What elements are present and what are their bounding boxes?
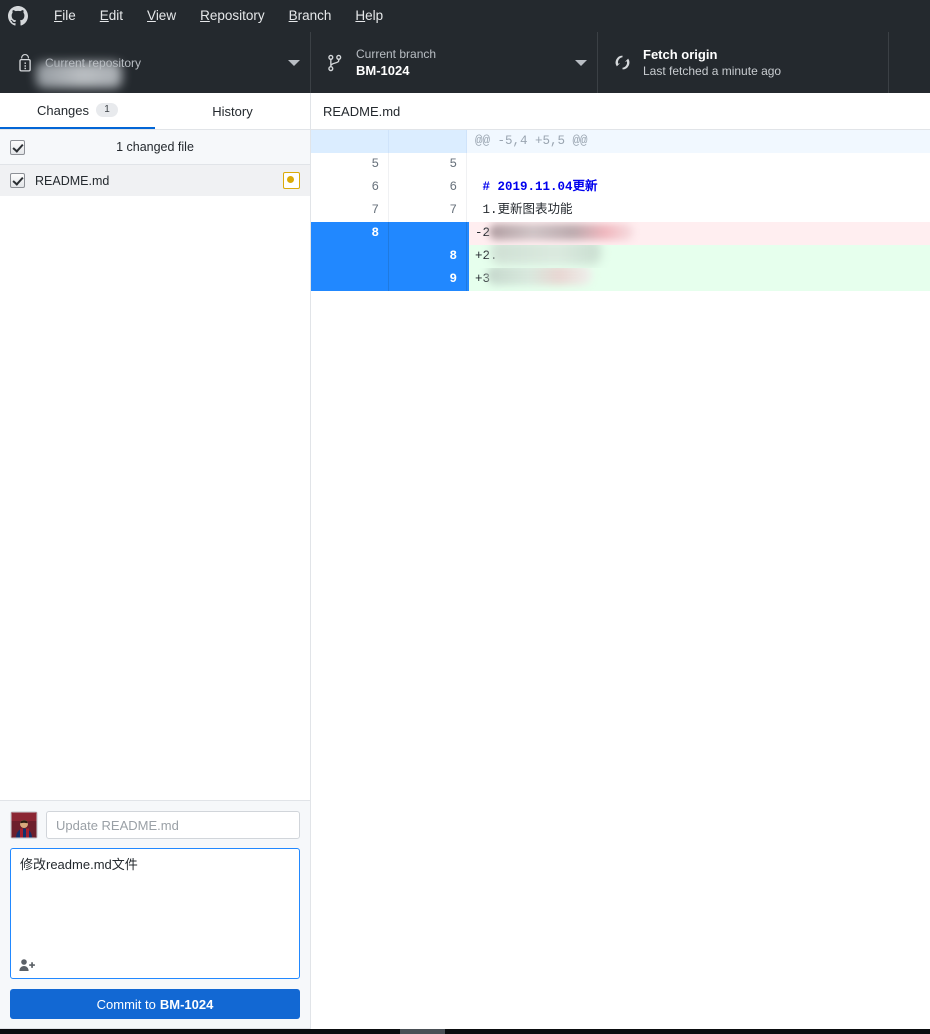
github-mark-icon[interactable] bbox=[8, 6, 28, 26]
fetch-origin-button[interactable]: Fetch origin Last fetched a minute ago bbox=[598, 32, 889, 93]
changed-files-count: 1 changed file bbox=[116, 140, 194, 154]
commit-button-prefix: Commit to bbox=[96, 996, 156, 1012]
diff-line-content: -2 bbox=[467, 222, 930, 245]
menu-item-view-rest: iew bbox=[155, 8, 177, 23]
tab-changes-badge: 1 bbox=[96, 103, 119, 117]
diff-line-context[interactable]: 6 6 # 2019.11.04更新 bbox=[311, 176, 930, 199]
git-branch-icon bbox=[324, 54, 346, 72]
menu-item-help[interactable]: Help bbox=[343, 4, 395, 28]
redacted-content bbox=[489, 224, 634, 240]
file-include-checkbox[interactable] bbox=[10, 173, 25, 188]
diff-line-text: -2 bbox=[475, 226, 491, 240]
diff-gutter-new[interactable]: 5 bbox=[389, 153, 467, 176]
horizontal-scrollbar-thumb[interactable] bbox=[400, 1029, 445, 1034]
diff-gutter-old[interactable] bbox=[311, 245, 389, 268]
repository-name-redacted bbox=[36, 62, 122, 88]
redacted-content bbox=[487, 268, 592, 285]
menu-item-edit-rest: dit bbox=[108, 8, 124, 23]
diff-gutter-new[interactable]: 9 bbox=[389, 268, 467, 291]
diff-line-context[interactable]: 5 5 bbox=[311, 153, 930, 176]
diff-gutter-new[interactable] bbox=[389, 130, 467, 153]
fetch-origin-title: Fetch origin bbox=[643, 46, 718, 62]
tab-history[interactable]: History bbox=[155, 93, 310, 129]
diff-gutter-new[interactable] bbox=[389, 222, 467, 245]
menu-item-file[interactable]: File bbox=[42, 4, 88, 28]
diff-line-content: +2. bbox=[467, 245, 930, 268]
file-name-label: README.md bbox=[35, 173, 110, 188]
diff-line-context[interactable]: 7 7 1.更新图表功能 bbox=[311, 199, 930, 222]
tab-changes[interactable]: Changes 1 bbox=[0, 93, 155, 129]
commit-summary-input[interactable] bbox=[46, 811, 300, 839]
menu-item-view[interactable]: View bbox=[135, 4, 188, 28]
diff-gutter-old[interactable]: 7 bbox=[311, 199, 389, 222]
add-co-author-icon[interactable] bbox=[19, 958, 35, 972]
menu-item-edit[interactable]: Edit bbox=[88, 4, 135, 28]
menu-item-edit-acc: E bbox=[99, 8, 109, 23]
commit-summary-row bbox=[10, 811, 300, 839]
current-branch-button[interactable]: Current branch BM-1024 bbox=[311, 32, 598, 93]
diff-gutter-old[interactable]: 6 bbox=[311, 176, 389, 199]
diff-line-deleted[interactable]: 8 -2 bbox=[311, 222, 930, 245]
diff-gutter-new[interactable]: 8 bbox=[389, 245, 467, 268]
chevron-down-icon[interactable] bbox=[288, 59, 300, 66]
commit-description-text: 修改readme.md文件 bbox=[20, 857, 138, 872]
toolbar-filler bbox=[889, 32, 930, 93]
current-branch-value: BM-1024 bbox=[356, 63, 410, 78]
redacted-content bbox=[491, 245, 601, 265]
sidebar: Changes 1 History 1 changed file README.… bbox=[0, 93, 311, 1029]
diff-line-text: # 2019.11.04更新 bbox=[467, 176, 930, 199]
lock-icon bbox=[13, 53, 35, 72]
commit-button-branch: BM-1024 bbox=[159, 996, 214, 1012]
tab-history-label: History bbox=[212, 103, 253, 119]
diff-file-name: README.md bbox=[323, 103, 401, 119]
menu-item-branch-rest: ranch bbox=[297, 8, 332, 23]
menu-item-repository-rest: epository bbox=[209, 8, 265, 23]
list-item[interactable]: README.md bbox=[0, 165, 310, 196]
diff-line-text bbox=[467, 153, 930, 176]
diff-body[interactable]: @@ -5,4 +5,5 @@ 5 5 6 6 # 2019.11.04更新 7… bbox=[311, 130, 930, 1029]
menu-item-help-rest: elp bbox=[365, 8, 384, 23]
menu-item-help-acc: H bbox=[355, 8, 366, 23]
modified-dot-icon bbox=[283, 172, 300, 189]
menu-item-branch[interactable]: Branch bbox=[277, 4, 344, 28]
chevron-down-icon[interactable] bbox=[575, 59, 587, 66]
sync-icon bbox=[611, 54, 633, 71]
diff-pane: README.md @@ -5,4 +5,5 @@ 5 5 6 6 # 2019… bbox=[311, 93, 930, 1029]
diff-gutter-old[interactable] bbox=[311, 130, 389, 153]
diff-line-text: @@ -5,4 +5,5 @@ bbox=[467, 130, 930, 153]
diff-line-text: 1.更新图表功能 bbox=[467, 199, 930, 222]
diff-line-added[interactable]: 8 +2. bbox=[311, 245, 930, 268]
menu-item-repository[interactable]: Repository bbox=[188, 4, 277, 28]
menu-item-branch-acc: B bbox=[288, 8, 298, 23]
horizontal-scrollbar[interactable] bbox=[0, 1029, 930, 1034]
menu-item-view-acc: V bbox=[147, 8, 156, 23]
menu-item-file-rest: ile bbox=[62, 8, 76, 23]
diff-gutter-old[interactable]: 5 bbox=[311, 153, 389, 176]
toolbar: Current repository Current branch BM-102… bbox=[0, 32, 930, 94]
tab-changes-label: Changes bbox=[36, 102, 90, 118]
fetch-origin-subtitle: Last fetched a minute ago bbox=[643, 63, 782, 78]
user-avatar-image bbox=[10, 811, 38, 839]
commit-description-box[interactable]: 修改readme.md文件 bbox=[10, 848, 300, 979]
diff-gutter-old[interactable] bbox=[311, 268, 389, 291]
diff-gutter-new[interactable]: 7 bbox=[389, 199, 467, 222]
diff-gutter-old[interactable]: 8 bbox=[311, 222, 389, 245]
sidebar-tabs: Changes 1 History bbox=[0, 93, 310, 130]
diff-file-title: README.md bbox=[311, 93, 930, 130]
menu-item-file-acc: F bbox=[54, 8, 63, 23]
menu-bar: File Edit View Repository Branch Help bbox=[0, 0, 930, 32]
changed-files-header: 1 changed file bbox=[0, 130, 310, 165]
commit-area: 修改readme.md文件 Commit to BM-1024 bbox=[0, 800, 310, 1029]
commit-button[interactable]: Commit to BM-1024 bbox=[10, 989, 300, 1019]
file-list-empty-space bbox=[0, 196, 310, 800]
diff-gutter-new[interactable]: 6 bbox=[389, 176, 467, 199]
current-branch-label: Current branch bbox=[356, 47, 437, 61]
diff-line-added[interactable]: 9 +3 bbox=[311, 268, 930, 291]
diff-line-hunk[interactable]: @@ -5,4 +5,5 @@ bbox=[311, 130, 930, 153]
main-content: Changes 1 History 1 changed file README.… bbox=[0, 93, 930, 1029]
diff-line-content: +3 bbox=[467, 268, 930, 291]
menu-item-repository-acc: R bbox=[200, 8, 210, 23]
